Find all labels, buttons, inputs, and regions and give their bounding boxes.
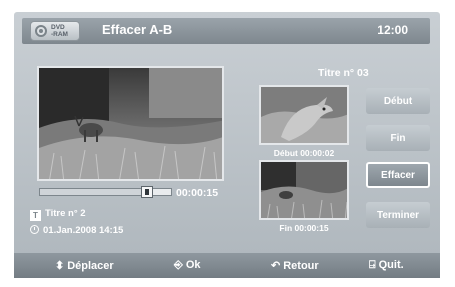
title-icon: T [30, 210, 41, 221]
current-time: 00:00:15 [176, 187, 219, 199]
progress-fill [40, 189, 148, 195]
date-info: 01.Jan.2008 14:15 [30, 225, 123, 236]
move-label: Déplacer [67, 260, 114, 272]
back-hint[interactable]: ↶ Retour [271, 259, 319, 272]
marker-title: Titre n° 03 [318, 67, 369, 79]
ok-hint[interactable]: ⎆ Ok [174, 259, 201, 272]
end-caption: Fin 00:00:15 [279, 223, 329, 233]
playback-progress[interactable] [39, 186, 172, 198]
footer-bar: ⬍ Déplacer ⎆ Ok ↶ Retour ⍈ Quit. [14, 253, 440, 278]
preview-image [39, 68, 222, 179]
exit-icon: ⍈ [369, 259, 376, 271]
start-caption: Début 00:00:02 [273, 148, 335, 158]
date-info-text: 01.Jan.2008 14:15 [43, 225, 124, 236]
end-button[interactable]: Fin [366, 125, 430, 151]
clock-icon [30, 225, 39, 234]
title-info: T Titre n° 2 [30, 208, 86, 221]
end-thumbnail [259, 160, 349, 220]
video-preview [37, 66, 224, 181]
move-hint[interactable]: ⬍ Déplacer [55, 259, 114, 272]
up-down-arrows-icon: ⬍ [55, 260, 65, 272]
ok-label: Ok [185, 259, 201, 271]
start-thumbnail [259, 85, 349, 145]
progress-handle[interactable] [141, 186, 154, 198]
disc-type: DVD -RAM [51, 24, 79, 38]
quit-hint[interactable]: ⍈ Quit. [369, 259, 404, 272]
disc-icon [35, 25, 47, 37]
clock-time: 12:00 [377, 23, 408, 37]
disc-line-1: DVD [51, 24, 65, 31]
title-info-text: Titre n° 2 [45, 208, 86, 219]
start-frame-image [261, 87, 347, 143]
back-label: Retour [283, 260, 319, 272]
delete-button[interactable]: Effacer [366, 162, 430, 188]
finish-button[interactable]: Terminer [366, 202, 430, 228]
end-frame-image [261, 162, 347, 218]
disc-line-2: -RAM [51, 31, 68, 38]
return-arrow-icon: ↶ [271, 260, 281, 272]
start-button[interactable]: Début [366, 88, 430, 114]
page-title: Effacer A-B [102, 22, 173, 37]
title-bar: DVD -RAM Effacer A-B 12:00 [22, 18, 430, 44]
enter-icon: ⎆ [174, 259, 183, 271]
quit-label: Quit. [378, 259, 404, 271]
disc-badge: DVD -RAM [30, 21, 80, 41]
